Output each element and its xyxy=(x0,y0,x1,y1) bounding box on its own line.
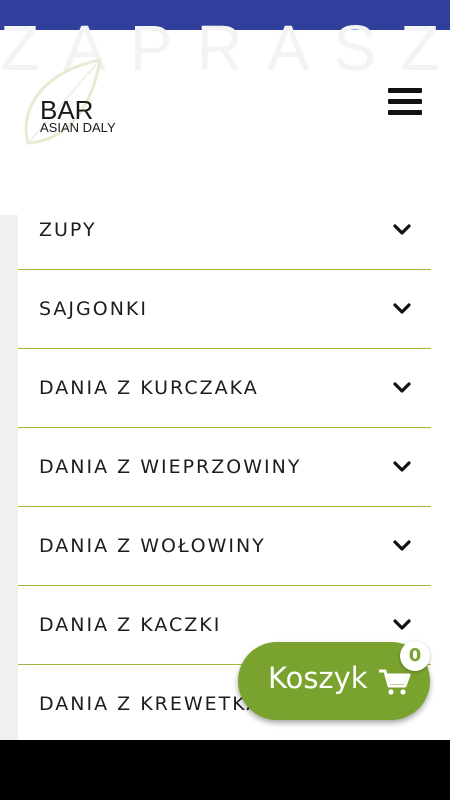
shopping-cart-icon xyxy=(379,669,411,695)
menu-item-wolowina[interactable]: DANIA Z WOŁOWINY xyxy=(18,507,431,586)
chevron-down-icon[interactable] xyxy=(393,223,411,236)
logo-subtitle[interactable]: ASIAN DALY xyxy=(40,121,116,135)
cart-label: Koszyk xyxy=(268,661,368,695)
site-header: BAR ASIAN DALY xyxy=(0,30,450,200)
menu-item-kurczak[interactable]: DANIA Z KURCZAKA xyxy=(18,349,431,428)
menu-item-sajgonki[interactable]: SAJGONKI xyxy=(18,270,431,349)
side-strip xyxy=(0,215,18,740)
menu-item-label: DANIA Z KACZKI xyxy=(39,614,222,636)
navigation-bar xyxy=(0,740,450,800)
hamburger-icon[interactable] xyxy=(388,88,422,118)
chevron-down-icon[interactable] xyxy=(393,461,411,473)
cart-count-badge: 0 xyxy=(400,641,430,671)
menu-item-label: DANIA Z KURCZAKA xyxy=(39,377,259,399)
menu-item-label: SAJGONKI xyxy=(39,298,148,320)
chevron-down-icon[interactable] xyxy=(393,303,411,315)
menu-item-zupy[interactable]: ZUPY xyxy=(18,190,431,270)
menu-item-label: ZUPY xyxy=(39,218,97,241)
chevron-down-icon[interactable] xyxy=(393,619,411,631)
menu-item-label: DANIA Z WIEPRZOWINY xyxy=(39,456,302,478)
chevron-down-icon[interactable] xyxy=(393,382,411,394)
menu-item-wieprzowina[interactable]: DANIA Z WIEPRZOWINY xyxy=(18,428,431,507)
menu-item-label: DANIA Z WOŁOWINY xyxy=(39,535,266,557)
chevron-down-icon[interactable] xyxy=(393,540,411,552)
